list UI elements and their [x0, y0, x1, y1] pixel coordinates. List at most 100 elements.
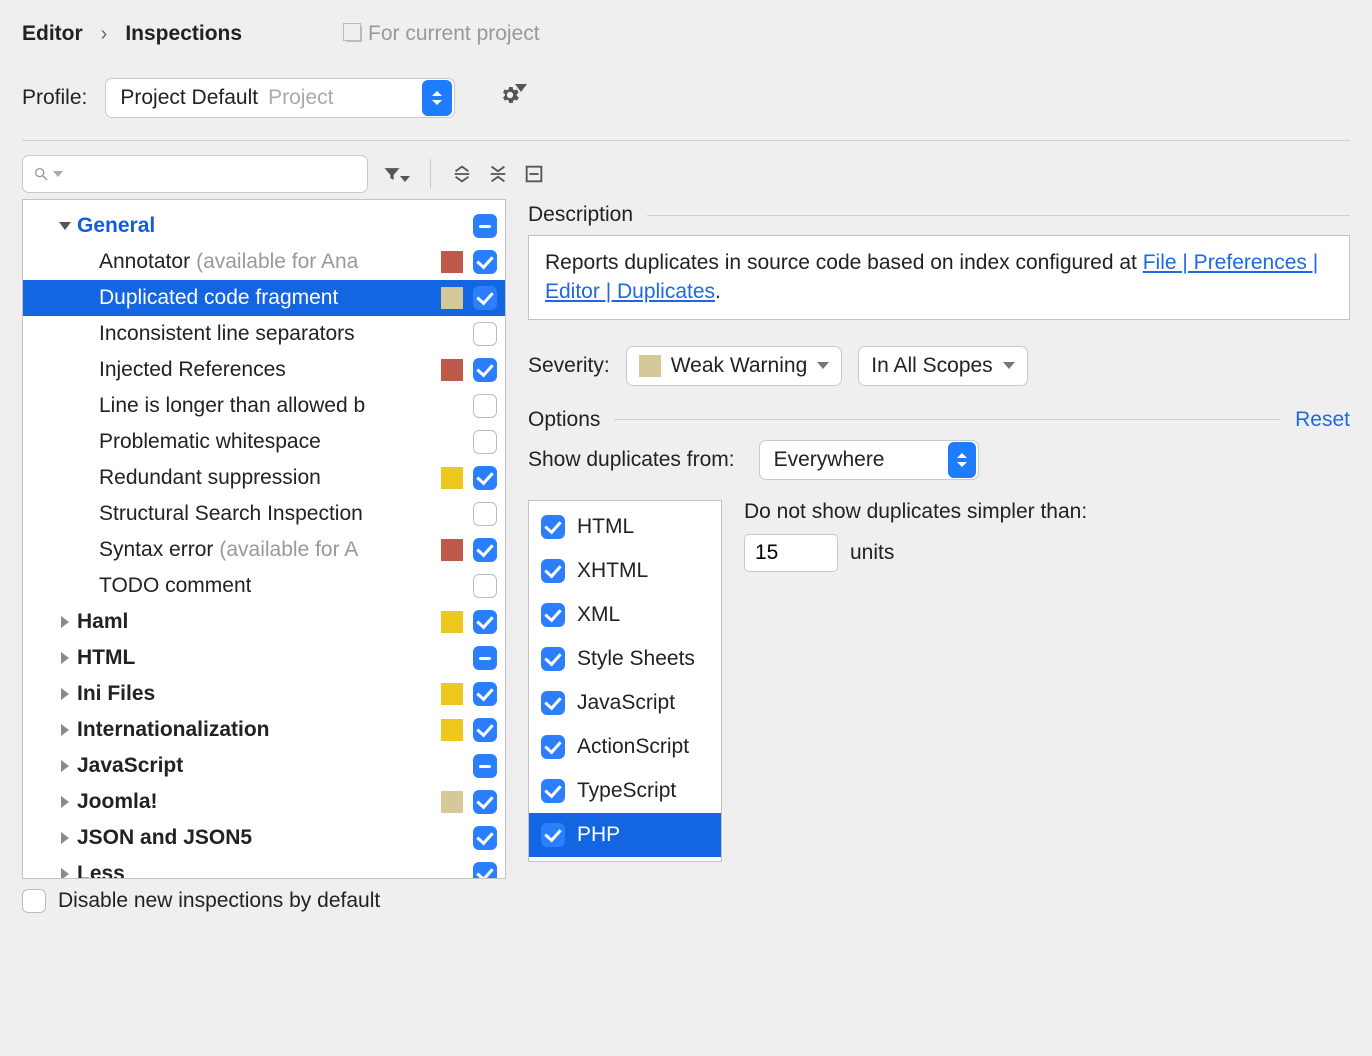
language-checkbox[interactable] [541, 559, 565, 583]
disclosure-triangle-icon[interactable] [57, 614, 73, 630]
breadcrumb-editor[interactable]: Editor [22, 22, 83, 46]
tree-category[interactable]: Ini Files [23, 676, 505, 712]
divider [22, 140, 1350, 141]
tree-item[interactable]: Line is longer than allowed b [23, 388, 505, 424]
description-box: Reports duplicates in source code based … [528, 235, 1350, 320]
project-scope-icon [346, 26, 362, 42]
language-checkbox[interactable] [541, 515, 565, 539]
category-checkbox[interactable] [473, 610, 497, 634]
profile-gear-button[interactable] [499, 84, 521, 112]
disclosure-triangle-icon[interactable] [57, 866, 73, 879]
tree-item-label: Redundant suppression [99, 466, 321, 490]
tree-category[interactable]: Joomla! [23, 784, 505, 820]
inspection-checkbox[interactable] [473, 502, 497, 526]
category-checkbox[interactable] [473, 862, 497, 879]
category-checkbox[interactable] [473, 682, 497, 706]
language-item[interactable]: TypeScript [529, 769, 721, 813]
tree-category-general[interactable]: General [23, 208, 505, 244]
chevron-down-icon [817, 362, 829, 369]
expand-all-button[interactable] [451, 163, 473, 185]
inspection-checkbox[interactable] [473, 250, 497, 274]
language-item[interactable]: ActionScript [529, 725, 721, 769]
severity-swatch [441, 863, 463, 879]
language-item[interactable]: XML [529, 593, 721, 637]
profile-caret-icon[interactable] [422, 80, 452, 116]
inspection-checkbox[interactable] [473, 430, 497, 454]
tree-category[interactable]: Haml [23, 604, 505, 640]
disclosure-triangle-icon[interactable] [57, 218, 73, 234]
search-field[interactable] [67, 163, 357, 186]
toolbar [22, 155, 1350, 193]
description-header: Description [528, 203, 1350, 227]
language-item[interactable]: Style Sheets [529, 637, 721, 681]
show-duplicates-label: Show duplicates from: [528, 448, 735, 472]
tree-item[interactable]: Annotator(available for Ana [23, 244, 505, 280]
inspection-checkbox[interactable] [473, 394, 497, 418]
disclosure-triangle-icon[interactable] [57, 830, 73, 846]
language-checkbox[interactable] [541, 603, 565, 627]
breadcrumb-inspections[interactable]: Inspections [125, 22, 242, 46]
language-label: XML [577, 603, 620, 627]
inspection-checkbox[interactable] [473, 466, 497, 490]
tree-category[interactable]: HTML [23, 640, 505, 676]
search-history-caret-icon[interactable] [53, 171, 63, 177]
tree-item[interactable]: Inconsistent line separators [23, 316, 505, 352]
language-item[interactable]: JavaScript [529, 681, 721, 725]
disclosure-triangle-icon[interactable] [57, 794, 73, 810]
category-checkbox[interactable] [473, 718, 497, 742]
tree-category[interactable]: Internationalization [23, 712, 505, 748]
tree-item[interactable]: Syntax error(available for A [23, 532, 505, 568]
tree-category[interactable]: JavaScript [23, 748, 505, 784]
tree-item[interactable]: Structural Search Inspection [23, 496, 505, 532]
category-label: JavaScript [77, 754, 183, 778]
language-item[interactable]: HTML [529, 505, 721, 549]
toolbar-separator [430, 159, 431, 189]
disclosure-triangle-icon[interactable] [57, 758, 73, 774]
options-header: Options Reset [528, 408, 1350, 432]
search-input[interactable] [22, 155, 368, 193]
reset-defaults-button[interactable] [523, 163, 545, 185]
show-duplicates-select[interactable]: Everywhere [759, 440, 979, 480]
description-text: Reports duplicates in source code based … [545, 251, 1143, 274]
language-checkbox[interactable] [541, 823, 565, 847]
language-list[interactable]: HTMLXHTML XML Style SheetsJavaScriptAction… [528, 500, 722, 862]
reset-link[interactable]: Reset [1295, 408, 1350, 432]
tree-category[interactable]: JSON and JSON5 [23, 820, 505, 856]
tree-item[interactable]: Duplicated code fragment [23, 280, 505, 316]
profile-scope: Project [268, 86, 420, 110]
category-checkbox[interactable] [473, 646, 497, 670]
tree-item[interactable]: Problematic whitespace [23, 424, 505, 460]
inspection-checkbox[interactable] [473, 538, 497, 562]
language-checkbox[interactable] [541, 779, 565, 803]
collapse-all-button[interactable] [487, 163, 509, 185]
threshold-input[interactable] [744, 534, 838, 572]
language-item[interactable]: PHP [529, 813, 721, 857]
disclosure-triangle-icon[interactable] [57, 650, 73, 666]
tree-item[interactable]: Redundant suppression [23, 460, 505, 496]
inspection-checkbox[interactable] [473, 574, 497, 598]
severity-select[interactable]: Weak Warning [626, 346, 843, 386]
tree-item[interactable]: TODO comment [23, 568, 505, 604]
inspection-tree[interactable]: General Annotator(available for AnaDupli… [22, 199, 506, 879]
tree-item[interactable]: Injected References [23, 352, 505, 388]
inspection-checkbox[interactable] [473, 358, 497, 382]
category-checkbox[interactable] [473, 826, 497, 850]
disclosure-triangle-icon[interactable] [57, 722, 73, 738]
category-checkbox[interactable] [473, 214, 497, 238]
category-checkbox[interactable] [473, 790, 497, 814]
disclosure-triangle-icon[interactable] [57, 686, 73, 702]
language-checkbox[interactable] [541, 691, 565, 715]
inspection-checkbox[interactable] [473, 322, 497, 346]
language-checkbox[interactable] [541, 735, 565, 759]
profile-select[interactable]: Project Default Project [105, 78, 455, 118]
language-checkbox[interactable] [541, 647, 565, 671]
category-checkbox[interactable] [473, 754, 497, 778]
scope-select[interactable]: In All Scopes [858, 346, 1027, 386]
language-item[interactable]: XHTML [529, 549, 721, 593]
category-label: Haml [77, 610, 128, 634]
severity-value: Weak Warning [671, 354, 808, 378]
inspection-checkbox[interactable] [473, 286, 497, 310]
filter-button[interactable] [382, 164, 410, 184]
tree-category[interactable]: Less [23, 856, 505, 879]
disable-new-checkbox[interactable] [22, 889, 46, 913]
